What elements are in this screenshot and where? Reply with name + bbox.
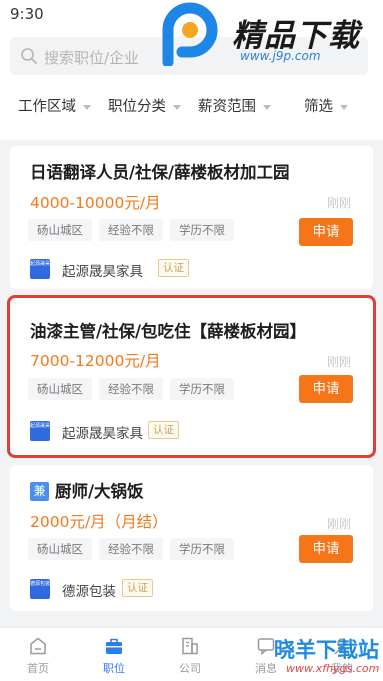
company-logo: 起源晟昊 [30, 421, 50, 441]
watermark-p-icon [162, 2, 218, 66]
filter-label: 职位分类 [108, 99, 166, 115]
apply-button[interactable]: 申请 [299, 218, 353, 246]
tag-location: 砀山城区 [28, 538, 92, 560]
watermark-bottom: 晓羊下载站 www.xfhygs.com [270, 634, 383, 681]
job-title-text: 厨师/大锅饭 [55, 482, 144, 501]
tag-experience: 经验不限 [99, 538, 163, 560]
caret-down-icon [83, 104, 91, 110]
tag-education: 学历不限 [170, 219, 234, 241]
job-tags: 砀山城区 经验不限 学历不限 [28, 378, 241, 400]
tag-location: 砀山城区 [28, 219, 92, 241]
briefcase-icon [106, 638, 122, 654]
verified-badge: 认证 [148, 421, 179, 439]
caret-down-icon [340, 104, 348, 110]
job-salary: 2000元/月（月结） [30, 513, 168, 531]
filter-label: 薪资范围 [198, 99, 256, 115]
tab-label: 首页 [27, 662, 49, 675]
company-row[interactable]: 起源晟昊 起源晟昊家具 认证 [30, 258, 350, 280]
job-tags: 砀山城区 经验不限 学历不限 [28, 219, 241, 241]
company-name: 起源晟昊家具 [62, 426, 143, 442]
watermark-url: www.j9p.com [240, 49, 321, 63]
part-time-badge: 兼 [30, 482, 49, 501]
company-name: 德源包装 [62, 584, 116, 600]
verified-badge: 认证 [122, 579, 153, 597]
watermark-bottom-url: www.xfhygs.com [286, 662, 380, 675]
job-tags: 砀山城区 经验不限 学历不限 [28, 538, 241, 560]
tab-jobs[interactable]: 职位 [76, 628, 152, 681]
watermark-logo: 精品下载 www.j9p.com [158, 0, 383, 78]
company-row[interactable]: 德源包装 德源包装 认证 [30, 578, 350, 600]
job-title: 油漆主管/社保/包吃住【薛楼板材园】 [30, 322, 307, 341]
building-icon [182, 637, 198, 655]
company-logo: 起源晟昊 [30, 259, 50, 279]
company-logo: 德源包装 [30, 579, 50, 599]
job-post-time: 刚刚 [326, 517, 351, 531]
job-post-time: 刚刚 [326, 196, 351, 210]
caret-down-icon [173, 104, 181, 110]
caret-down-icon [263, 104, 271, 110]
search-placeholder: 搜索职位/企业 [44, 49, 140, 67]
tab-home[interactable]: 首页 [0, 628, 76, 681]
filter-bar: 工作区域 职位分类 薪资范围 筛选 [0, 90, 383, 120]
job-card[interactable]: 日语翻译人员/社保/薛楼板材加工园 4000-10000元/月 刚刚 砀山城区经… [10, 146, 373, 289]
company-name: 起源晟昊家具 [62, 264, 143, 280]
job-salary: 4000-10000元/月 [30, 194, 161, 212]
tab-label: 公司 [179, 662, 201, 675]
tag-education: 学历不限 [170, 378, 234, 400]
filter-label: 工作区域 [18, 99, 76, 115]
status-time: 9:30 [10, 5, 44, 23]
tab-company[interactable]: 公司 [152, 628, 228, 681]
tag-education: 学历不限 [170, 538, 234, 560]
filter-job-category[interactable]: 职位分类 [108, 95, 181, 116]
company-row[interactable]: 起源晟昊 起源晟昊家具 认证 [30, 420, 350, 442]
job-card[interactable]: 兼厨师/大锅饭 2000元/月（月结） 刚刚 砀山城区 经验不限 学历不限 申请 德… [10, 465, 373, 611]
home-icon [30, 637, 46, 655]
job-card-highlighted[interactable]: 油漆主管/社保/包吃住【薛楼板材园】 7000-12000元/月 刚刚 砀山城区… [7, 295, 376, 458]
verified-badge: 认证 [158, 259, 189, 277]
job-title: 日语翻译人员/社保/薛楼板材加工园 [30, 163, 290, 182]
filter-more[interactable]: 筛选 [304, 95, 348, 116]
job-salary: 7000-12000元/月 [30, 352, 161, 370]
filter-work-area[interactable]: 工作区域 [18, 95, 91, 116]
tag-experience: 经验不限 [99, 219, 163, 241]
tag-experience: 经验不限 [99, 378, 163, 400]
tab-label: 职位 [103, 662, 125, 675]
job-post-time: 刚刚 [326, 355, 351, 369]
apply-button[interactable]: 申请 [299, 375, 353, 403]
job-title: 兼厨师/大锅饭 [30, 478, 144, 502]
search-icon [21, 48, 37, 64]
filter-label: 筛选 [304, 99, 333, 115]
watermark-bottom-title: 晓羊下载站 [274, 638, 379, 662]
apply-button[interactable]: 申请 [299, 535, 353, 563]
tag-location: 砀山城区 [28, 378, 92, 400]
filter-salary-range[interactable]: 薪资范围 [198, 95, 271, 116]
